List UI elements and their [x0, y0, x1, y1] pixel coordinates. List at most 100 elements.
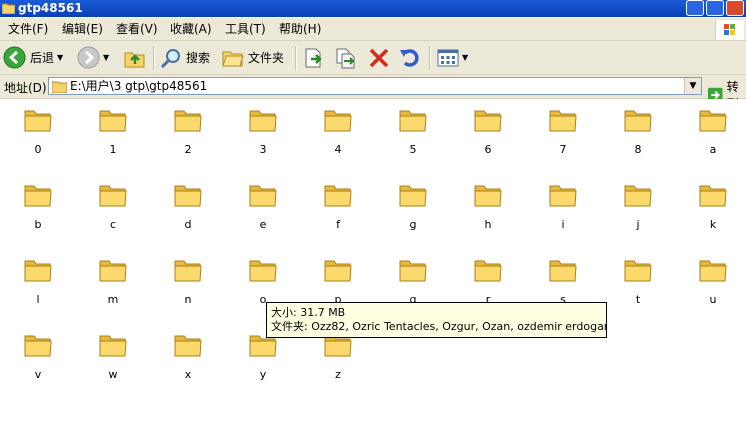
folder-name: x [184, 368, 192, 381]
windows-logo-icon [715, 20, 744, 40]
back-button[interactable]: 后退 ▼ [3, 45, 63, 70]
folder-name: c [109, 218, 117, 231]
forward-arrow-icon [77, 46, 100, 69]
folder-item[interactable]: d [158, 174, 218, 234]
window-title: gtp48561 [18, 1, 83, 15]
folder-item[interactable]: g [383, 174, 443, 234]
folder-item[interactable]: 2 [158, 99, 218, 159]
folder-info-tooltip: 大小: 31.7 MB 文件夹: Ozz82, Ozric Tentacles,… [266, 302, 607, 338]
folder-name: z [335, 368, 341, 381]
folder-icon [624, 110, 652, 132]
folder-item[interactable]: t [608, 249, 668, 309]
menu-tools[interactable]: 工具(T) [225, 22, 266, 36]
folder-item[interactable]: k [683, 174, 743, 234]
search-label: 搜索 [186, 51, 211, 65]
tooltip-size: 大小: 31.7 MB [271, 306, 346, 319]
folder-item[interactable]: f [308, 174, 368, 234]
folder-name: i [561, 218, 565, 231]
move-to-icon [305, 48, 322, 67]
folder-item[interactable]: 8 [608, 99, 668, 159]
address-dropdown-button[interactable]: ▼ [684, 78, 701, 94]
folder-item[interactable]: h [458, 174, 518, 234]
folder-item[interactable]: m [83, 249, 143, 309]
folder-name: w [108, 368, 118, 381]
menu-favorites[interactable]: 收藏(A) [170, 22, 212, 36]
folder-icon [24, 110, 52, 132]
menu-edit[interactable]: 编辑(E) [62, 22, 103, 36]
folder-item[interactable]: j [608, 174, 668, 234]
folder-icon [2, 3, 15, 14]
folder-item[interactable]: 3 [233, 99, 293, 159]
search-button[interactable]: 搜索 [160, 45, 210, 70]
folder-item[interactable]: a [683, 99, 743, 159]
folder-item[interactable]: w [83, 324, 143, 384]
folder-item[interactable]: 7 [533, 99, 593, 159]
folder-item[interactable]: 0 [8, 99, 68, 159]
delete-button[interactable] [368, 45, 390, 70]
windows-flag-icon [724, 24, 735, 35]
toolbar-separator [295, 46, 297, 70]
folder-icon [399, 185, 427, 207]
copy-to-button[interactable] [335, 45, 357, 70]
address-label: 地址(D) [4, 81, 47, 95]
menu-bar: 文件(F) 编辑(E) 查看(V) 收藏(A) 工具(T) 帮助(H) [0, 18, 746, 41]
folder-item[interactable]: s [533, 249, 593, 309]
folder-item[interactable]: i [533, 174, 593, 234]
folder-icon [324, 185, 352, 207]
address-bar: 地址(D) E:\用户\3 gtp\gtp48561 ▼ 转到 [0, 75, 746, 111]
folder-icon [549, 260, 577, 282]
folder-icon [699, 110, 727, 132]
up-folder-icon [124, 52, 145, 67]
menu-help[interactable]: 帮助(H) [279, 22, 321, 36]
folder-icon [249, 260, 277, 282]
folder-icon [174, 110, 202, 132]
folder-name: h [484, 218, 492, 231]
up-button[interactable] [124, 45, 146, 70]
folder-item[interactable]: 6 [458, 99, 518, 159]
folder-item[interactable]: v [8, 324, 68, 384]
chevron-down-icon[interactable]: ▼ [103, 53, 109, 62]
folder-item[interactable]: b [8, 174, 68, 234]
folder-icon [174, 335, 202, 357]
folder-item[interactable]: 5 [383, 99, 443, 159]
folder-icon [99, 335, 127, 357]
folder-item[interactable]: o [233, 249, 293, 309]
undo-button[interactable] [399, 45, 421, 70]
close-button[interactable] [726, 0, 744, 16]
folder-item[interactable]: e [233, 174, 293, 234]
folder-item[interactable]: r [458, 249, 518, 309]
folder-name: 2 [184, 143, 192, 156]
minimize-button[interactable] [686, 0, 704, 16]
menu-view[interactable]: 查看(V) [116, 22, 158, 36]
folder-item[interactable]: p [308, 249, 368, 309]
folder-icon [624, 185, 652, 207]
folder-item[interactable]: u [683, 249, 743, 309]
folder-icon [624, 260, 652, 282]
folder-name: f [336, 218, 340, 231]
folder-item[interactable]: c [83, 174, 143, 234]
folder-name: d [184, 218, 192, 231]
folder-icon [24, 185, 52, 207]
folder-item[interactable]: n [158, 249, 218, 309]
folder-icon [324, 260, 352, 282]
undo-icon [400, 48, 419, 67]
folder-item[interactable]: l [8, 249, 68, 309]
maximize-button[interactable] [706, 0, 724, 16]
folder-icon [399, 110, 427, 132]
folder-item[interactable]: x [158, 324, 218, 384]
folder-name: t [635, 293, 641, 306]
address-input[interactable]: E:\用户\3 gtp\gtp48561 ▼ [48, 77, 702, 95]
views-button[interactable]: ▼ [437, 45, 468, 70]
search-icon [160, 48, 180, 68]
move-to-button[interactable] [303, 45, 325, 70]
forward-button[interactable]: ▼ [77, 45, 109, 70]
chevron-down-icon[interactable]: ▼ [57, 53, 63, 62]
folder-icon [24, 335, 52, 357]
folder-item[interactable]: 4 [308, 99, 368, 159]
folders-icon [222, 51, 244, 66]
menu-file[interactable]: 文件(F) [8, 22, 48, 36]
folder-item[interactable]: q [383, 249, 443, 309]
folder-item[interactable]: 1 [83, 99, 143, 159]
chevron-down-icon[interactable]: ▼ [462, 53, 468, 62]
folders-button[interactable]: 文件夹 [222, 45, 284, 70]
